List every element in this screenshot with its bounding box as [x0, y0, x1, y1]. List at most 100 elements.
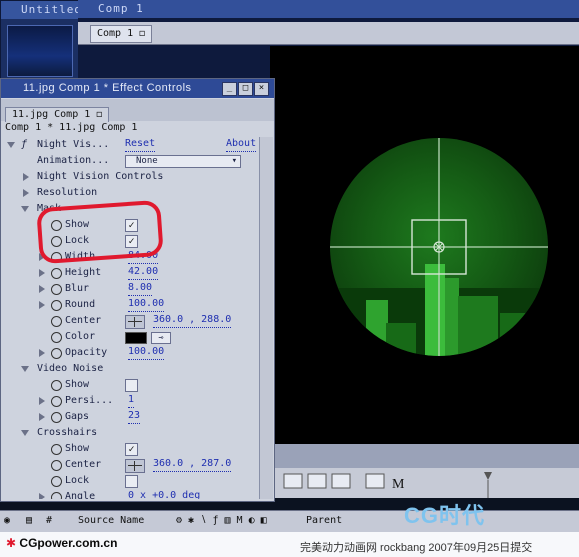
expand-icon[interactable] [23, 189, 29, 197]
crosshair-picker-icon[interactable] [125, 315, 145, 329]
stopwatch-icon[interactable] [51, 348, 62, 359]
stopwatch-icon[interactable] [51, 412, 62, 423]
stopwatch-icon[interactable] [51, 268, 62, 279]
effect-layer-path: Comp 1 * 11.jpg Comp 1 [5, 122, 138, 133]
noise-show-checkbox[interactable] [125, 379, 138, 392]
svg-text:M: M [392, 477, 405, 492]
effect-header-row[interactable]: ƒ Night Vis... Reset About [1, 137, 259, 153]
effect-tab-label: 11.jpg Comp 1 [12, 109, 91, 120]
lock-icon[interactable]: ▤ [26, 515, 32, 526]
collapse-icon[interactable] [21, 206, 29, 212]
expand-icon[interactable] [39, 349, 45, 357]
maximize-button[interactable]: □ [238, 82, 253, 96]
prop-label: Round [65, 299, 96, 310]
prop-value[interactable]: 100.00 [128, 297, 165, 312]
group-resolution[interactable]: Resolution [1, 185, 259, 201]
prop-value[interactable]: 42.00 [128, 265, 159, 280]
stopwatch-icon[interactable] [51, 492, 62, 499]
stopwatch-icon[interactable] [51, 316, 62, 327]
group-label: Crosshairs [37, 427, 98, 438]
close-button[interactable]: × [254, 82, 269, 96]
site-logo: ✱ CGpower.com.cn [6, 536, 117, 550]
crosshairs-show-checkbox[interactable]: ✓ [125, 443, 138, 456]
effect-controls-title: 11.jpg Comp 1 * Effect Controls [23, 82, 192, 94]
stopwatch-icon[interactable] [51, 396, 62, 407]
animation-label: Animation... [37, 155, 110, 166]
prop-label: Opacity [65, 347, 108, 358]
comp-viewer[interactable] [270, 46, 579, 444]
stopwatch-icon[interactable] [51, 300, 62, 311]
effect-scrollbar[interactable] [259, 137, 273, 499]
prop-mask-center: Center 360.0 , 288.0 [1, 313, 259, 329]
stopwatch-icon[interactable] [51, 380, 62, 391]
expand-icon[interactable] [39, 285, 45, 293]
prop-height: Height 42.00 [1, 265, 259, 281]
expand-icon[interactable] [39, 301, 45, 309]
comp-title-bar[interactable]: Comp 1 [78, 0, 579, 18]
prop-value[interactable]: 360.0 , 288.0 [153, 313, 232, 328]
expand-icon[interactable] [23, 173, 29, 181]
comp-timeline-strip[interactable]: M [270, 468, 579, 498]
prop-label: Center [65, 459, 102, 470]
expand-icon[interactable] [39, 269, 45, 277]
prop-angle: Angle 0 x +0.0 deg [1, 489, 259, 499]
reset-link[interactable]: Reset [125, 137, 156, 152]
effect-property-list: ƒ Night Vis... Reset About Animation... … [1, 137, 259, 499]
fx-icon: ƒ [21, 139, 28, 150]
timeline-icons: M [283, 472, 492, 498]
stopwatch-icon[interactable] [51, 444, 62, 455]
footage-thumbnail[interactable] [7, 25, 73, 77]
prop-opacity: Opacity 100.00 [1, 345, 259, 361]
prop-label: Blur [65, 283, 90, 294]
prop-value[interactable]: 23 [128, 409, 141, 424]
effect-controls-title-bar[interactable]: 11.jpg Comp 1 * Effect Controls _ □ × [1, 79, 274, 98]
about-link[interactable]: About [226, 137, 257, 152]
prop-label: Persi... [65, 395, 114, 406]
group-video-noise[interactable]: Video Noise [1, 361, 259, 377]
eye-icon[interactable]: ◉ [4, 515, 10, 526]
effect-tab[interactable]: 11.jpg Comp 1 ◻ [5, 107, 110, 122]
animation-preset-dropdown[interactable]: None ▾ [125, 155, 241, 168]
comp-tab[interactable]: Comp 1 ◻ [90, 25, 153, 43]
prop-crosshairs-center: Center 360.0 , 287.0 [1, 457, 259, 473]
prop-label: Color [65, 331, 96, 342]
prop-label: Show [65, 379, 90, 390]
prop-value[interactable]: 1 [128, 393, 135, 408]
prop-value[interactable]: 100.00 [128, 345, 165, 360]
parent-header[interactable]: Parent [306, 515, 342, 526]
animation-row: Animation... None ▾ [1, 153, 259, 169]
eyedropper-icon[interactable]: ⊸ [151, 332, 171, 344]
minimize-button[interactable]: _ [222, 82, 237, 96]
group-night-vision-controls[interactable]: Night Vision Controls [1, 169, 259, 185]
stopwatch-icon[interactable] [51, 460, 62, 471]
stopwatch-icon[interactable] [51, 476, 62, 487]
crosshair-picker-icon[interactable] [125, 459, 145, 473]
project-title-bar[interactable]: Untitled [1, 1, 82, 19]
prop-value[interactable]: 8.00 [128, 281, 153, 296]
footer-credit: 完美动力动画网 rockbang 2007年09月25日提交 [300, 542, 533, 554]
prop-value[interactable]: 0 x +0.0 deg [128, 489, 200, 499]
prop-round: Round 100.00 [1, 297, 259, 313]
stopwatch-icon[interactable] [51, 332, 62, 343]
expand-icon[interactable] [39, 413, 45, 421]
stopwatch-icon[interactable] [51, 284, 62, 295]
animation-preset-value: None [136, 156, 158, 166]
prop-label: Show [65, 443, 90, 454]
effect-controls-panel: 11.jpg Comp 1 * Effect Controls _ □ × 11… [0, 78, 275, 502]
prop-label: Height [65, 267, 102, 278]
crosshairs-lock-checkbox[interactable] [125, 475, 138, 488]
expand-icon[interactable] [39, 493, 45, 499]
collapse-icon[interactable] [21, 366, 29, 372]
chevron-down-icon: ▾ [231, 156, 237, 166]
collapse-icon[interactable] [7, 142, 15, 148]
group-crosshairs[interactable]: Crosshairs [1, 425, 259, 441]
layer-number-header: # [46, 515, 53, 526]
prop-value[interactable]: 360.0 , 287.0 [153, 457, 232, 472]
expand-icon[interactable] [39, 397, 45, 405]
color-swatch[interactable] [125, 332, 147, 344]
project-title: Untitled [21, 3, 82, 16]
collapse-icon[interactable] [21, 430, 29, 436]
prop-persistence: Persi... 1 [1, 393, 259, 409]
star-icon: ✱ [6, 536, 17, 550]
source-name-header[interactable]: Source Name [78, 515, 144, 526]
